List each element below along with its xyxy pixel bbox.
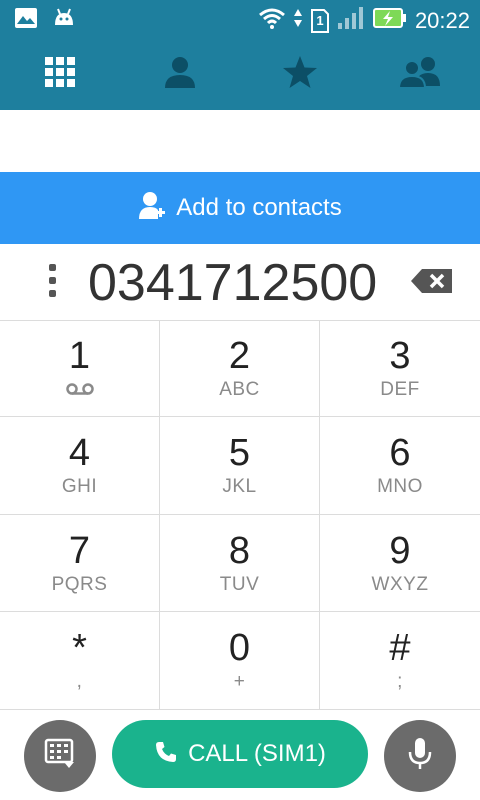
key-digit: 3 (389, 335, 411, 377)
gallery-icon (14, 7, 38, 34)
call-button-label: CALL (SIM1) (188, 740, 326, 767)
key-digit: 0 (228, 627, 251, 669)
key-8[interactable]: 8 TUV (160, 515, 320, 612)
key-digit: 1 (68, 335, 91, 377)
key-digit: 7 (68, 530, 91, 572)
key-digit: # (389, 627, 411, 669)
suggestion-area (0, 110, 480, 172)
tab-groups[interactable] (360, 38, 480, 110)
battery-charging-icon (372, 7, 407, 34)
tab-bar (0, 38, 480, 110)
key-3[interactable]: 3 DEF (320, 320, 480, 417)
tab-favorites[interactable] (240, 38, 360, 110)
key-star[interactable]: * , (0, 612, 160, 710)
key-1[interactable]: 1 (0, 320, 160, 417)
key-2[interactable]: 2 ABC (160, 320, 320, 417)
key-0[interactable]: 0 + (160, 612, 320, 710)
wifi-icon (258, 7, 285, 34)
key-letters: ; (397, 671, 403, 692)
phone-icon (154, 740, 178, 769)
key-letters: MNO (377, 476, 423, 497)
status-bar: 1 20:22 (0, 0, 480, 38)
dialpad-hide-icon (44, 738, 76, 775)
key-digit: 9 (389, 530, 411, 572)
key-6[interactable]: 6 MNO (320, 417, 480, 515)
key-4[interactable]: 4 GHI (0, 417, 160, 515)
number-row: 0341712500 (0, 244, 480, 321)
star-icon (282, 55, 318, 94)
key-7[interactable]: 7 PQRS (0, 515, 160, 612)
data-arrows-icon (293, 7, 303, 34)
key-letters: , (76, 671, 83, 692)
bottom-bar: CALL (SIM1) (0, 710, 480, 800)
voice-input-button[interactable] (384, 720, 456, 792)
key-5[interactable]: 5 JKL (160, 417, 320, 515)
key-digit: 5 (228, 432, 251, 474)
keypad: 1 2 ABC 3 DEF 4 GHI 5 JKL 6 MNO 7 PQRS 8… (0, 320, 480, 710)
key-letters: + (233, 671, 246, 692)
key-digit: * (72, 627, 87, 669)
key-9[interactable]: 9 WXYZ (320, 515, 480, 612)
microphone-icon (407, 737, 433, 776)
key-letters: WXYZ (371, 574, 429, 595)
dialed-number[interactable]: 0341712500 (88, 252, 408, 314)
add-to-contacts-label: Add to contacts (176, 194, 342, 221)
backspace-icon[interactable] (410, 268, 454, 299)
key-letters: DEF (380, 379, 420, 400)
key-letters: JKL (222, 476, 257, 497)
status-time: 20:22 (414, 7, 470, 33)
tab-dialpad[interactable] (0, 38, 120, 110)
key-digit: 2 (228, 335, 251, 377)
hide-dialpad-button[interactable] (24, 720, 96, 792)
sim-icon: 1 (310, 8, 329, 33)
voicemail-icon (65, 382, 94, 401)
group-icon (397, 56, 442, 93)
key-digit: 4 (68, 432, 91, 474)
key-letters: TUV (219, 574, 260, 595)
sim-slot-label: 1 (316, 12, 324, 28)
android-icon (52, 7, 76, 34)
add-person-icon (138, 191, 166, 226)
person-icon (163, 55, 197, 94)
key-letters: GHI (61, 476, 98, 497)
key-hash[interactable]: # ; (320, 612, 480, 710)
overflow-menu-icon[interactable] (44, 264, 60, 302)
signal-icon (337, 6, 365, 35)
key-digit: 8 (228, 530, 251, 572)
add-to-contacts-button[interactable]: Add to contacts (0, 172, 480, 244)
call-button[interactable]: CALL (SIM1) (112, 720, 368, 788)
key-digit: 6 (389, 432, 411, 474)
dialpad-icon (44, 56, 76, 93)
key-letters: ABC (219, 379, 260, 400)
key-letters: PQRS (51, 574, 108, 595)
tab-contacts[interactable] (120, 38, 240, 110)
